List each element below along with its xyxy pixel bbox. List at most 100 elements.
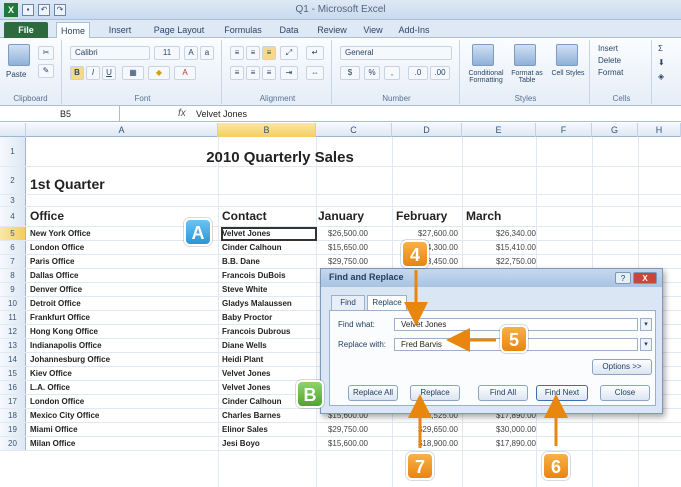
cell-march[interactable]: $26,340.00 <box>468 227 536 240</box>
column-header-d[interactable]: D <box>392 123 462 137</box>
cell-office[interactable]: London Office <box>30 395 218 408</box>
help-icon[interactable]: ? <box>615 272 631 284</box>
cell-office[interactable]: Paris Office <box>30 255 218 268</box>
row-header[interactable]: 17 <box>0 395 26 408</box>
cell-contact[interactable]: Charles Barnes <box>222 409 314 422</box>
function-icon[interactable]: fx <box>178 106 186 122</box>
align-top-icon[interactable]: ≡ <box>230 46 244 60</box>
delete-cells-button[interactable]: Delete <box>598 56 621 65</box>
currency-icon[interactable]: $ <box>340 66 360 80</box>
cell-styles-label[interactable]: Cell Styles <box>550 70 586 77</box>
cell-office[interactable]: Frankfurt Office <box>30 311 218 324</box>
cell-january[interactable]: $15,600.00 <box>318 437 368 450</box>
row-header[interactable]: 10 <box>0 297 26 310</box>
cell-march[interactable]: $17,890.00 <box>468 437 536 450</box>
header-february[interactable]: February <box>396 209 447 223</box>
percent-icon[interactable]: % <box>364 66 380 80</box>
insert-cells-button[interactable]: Insert <box>598 44 618 53</box>
align-right-icon[interactable]: ≡ <box>262 66 276 80</box>
cell-february[interactable]: $27,600.00 <box>398 227 458 240</box>
replace-all-button[interactable]: Replace All <box>348 385 398 401</box>
row-header[interactable]: 9 <box>0 283 26 296</box>
tab-file[interactable]: File <box>4 22 48 38</box>
underline-button[interactable]: U <box>102 66 116 80</box>
find-next-button[interactable]: Find Next <box>536 385 588 401</box>
cell-january[interactable]: $15,650.00 <box>318 241 368 254</box>
align-center-icon[interactable]: ≡ <box>246 66 260 80</box>
tab-review[interactable]: Review <box>310 22 354 38</box>
column-header-b[interactable]: B <box>218 123 316 137</box>
align-bottom-icon[interactable]: ≡ <box>262 46 276 60</box>
cell-office[interactable]: Hong Kong Office <box>30 325 218 338</box>
cell-march[interactable]: $30,000.00 <box>468 423 536 436</box>
cell-contact[interactable]: Gladys Malaussen <box>222 297 314 310</box>
row-header[interactable]: 14 <box>0 353 26 366</box>
cell-contact[interactable]: Velvet Jones <box>222 367 314 380</box>
name-box[interactable]: B5 <box>0 106 120 122</box>
find-history-dropdown[interactable]: ▾ <box>640 318 652 331</box>
format-painter-icon[interactable]: ✎ <box>38 64 54 78</box>
cell-march[interactable]: $15,410.00 <box>468 241 536 254</box>
merge-center-icon[interactable]: ⇔ <box>306 66 324 80</box>
cell-office[interactable]: Miami Office <box>30 423 218 436</box>
cell-february[interactable]: $18,900.00 <box>398 437 458 450</box>
tab-find[interactable]: Find <box>331 295 365 310</box>
fill-icon[interactable]: ⬇ <box>658 58 665 67</box>
cell-contact[interactable]: Jesi Boyo <box>222 437 314 450</box>
sheet-title[interactable]: 2010 Quarterly Sales <box>150 149 410 166</box>
header-march[interactable]: March <box>466 209 501 223</box>
increase-decimal-icon[interactable]: .0 <box>408 66 428 80</box>
formula-input[interactable]: Velvet Jones <box>196 106 247 122</box>
cell-february[interactable]: $29,650.00 <box>398 423 458 436</box>
column-header-a[interactable]: A <box>26 123 218 137</box>
column-header-h[interactable]: H <box>638 123 681 137</box>
row-header[interactable]: 2 <box>0 167 26 194</box>
dialog-title-bar[interactable]: Find and Replace ? X <box>321 269 662 287</box>
row-header[interactable]: 20 <box>0 437 26 450</box>
borders-icon[interactable]: ▦ <box>122 66 144 80</box>
decrease-decimal-icon[interactable]: .00 <box>430 66 450 80</box>
close-icon[interactable]: X <box>633 272 657 284</box>
cell-january[interactable]: $26,500.00 <box>318 227 368 240</box>
row-header[interactable]: 3 <box>0 195 26 206</box>
align-middle-icon[interactable]: ≡ <box>246 46 260 60</box>
cell-march[interactable]: $22,750.00 <box>468 255 536 268</box>
cell-contact[interactable]: B.B. Dane <box>222 255 314 268</box>
quarter-title[interactable]: 1st Quarter <box>30 176 105 192</box>
tab-formulas[interactable]: Formulas <box>218 22 268 38</box>
row-header[interactable]: 5 <box>0 227 26 240</box>
tab-add-ins[interactable]: Add-Ins <box>392 22 436 38</box>
conditional-formatting-label[interactable]: Conditional Formatting <box>464 70 508 84</box>
row-header[interactable]: 8 <box>0 269 26 282</box>
header-office[interactable]: Office <box>30 209 64 223</box>
cell-office[interactable]: Mexico City Office <box>30 409 218 422</box>
paste-icon[interactable] <box>8 44 30 66</box>
font-size-select[interactable]: 11 <box>154 46 180 60</box>
cell-styles-icon[interactable] <box>556 44 578 66</box>
format-as-table-label[interactable]: Format as Table <box>508 70 546 84</box>
cell-january[interactable]: $29,750.00 <box>318 423 368 436</box>
tab-view[interactable]: View <box>356 22 390 38</box>
indent-icon[interactable]: ⇥ <box>280 66 298 80</box>
column-header-f[interactable]: F <box>536 123 592 137</box>
tab-replace[interactable]: Replace <box>367 295 407 311</box>
cell-contact[interactable]: Heidi Plant <box>222 353 314 366</box>
conditional-formatting-icon[interactable] <box>472 44 494 66</box>
cell-office[interactable]: L.A. Office <box>30 381 218 394</box>
column-header-c[interactable]: C <box>316 123 392 137</box>
number-format-select[interactable]: General <box>340 46 452 60</box>
italic-button[interactable]: I <box>86 66 100 80</box>
cell-office[interactable]: Denver Office <box>30 283 218 296</box>
active-cell-b5[interactable] <box>221 227 317 241</box>
tab-insert[interactable]: Insert <box>100 22 140 38</box>
row-header[interactable]: 7 <box>0 255 26 268</box>
cell-office[interactable]: Johannesburg Office <box>30 353 218 366</box>
replace-history-dropdown[interactable]: ▾ <box>640 338 652 351</box>
clear-icon[interactable]: ◈ <box>658 72 664 81</box>
replace-button[interactable]: Replace <box>410 385 460 401</box>
align-left-icon[interactable]: ≡ <box>230 66 244 80</box>
cell-office[interactable]: Indianapolis Office <box>30 339 218 352</box>
cell-contact[interactable]: Francois DuBois <box>222 269 314 282</box>
find-all-button[interactable]: Find All <box>478 385 528 401</box>
row-header[interactable]: 16 <box>0 381 26 394</box>
